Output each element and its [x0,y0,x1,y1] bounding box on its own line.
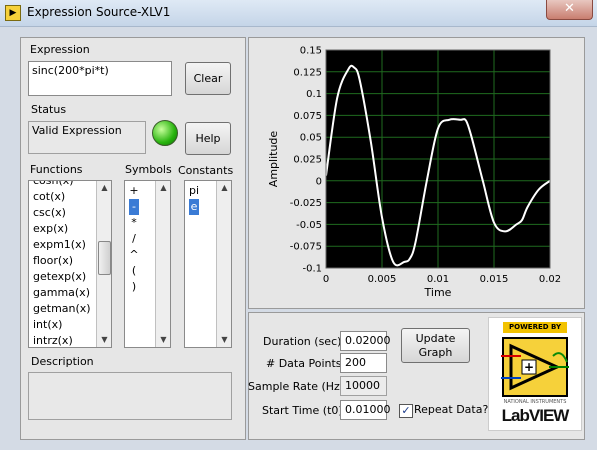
repeat-data-label: Repeat Data? [414,403,489,416]
scroll-up-arrow-icon[interactable]: ▲ [156,181,170,195]
update-graph-label-line2: Graph [418,345,453,359]
functions-label: Functions [30,163,83,176]
functions-list-item[interactable]: cosh(x) [29,181,97,189]
scroll-up-arrow-icon[interactable]: ▲ [217,181,231,195]
labview-vi-icon[interactable]: ▶ [5,5,21,21]
symbols-list-item[interactable]: / [129,231,139,247]
y-tick-label: -0.075 [290,242,322,253]
y-tick-label: 0.125 [293,67,322,78]
labview-logo-icon: + [501,337,569,397]
sample-rate-field: 10000 [340,376,387,396]
window-title: Expression Source-XLV1 [27,5,171,19]
y-axis-label: Amplitude [267,131,280,188]
symbols-label: Symbols [125,163,172,176]
y-tick-label: -0.1 [302,264,322,275]
y-tick-label: 0.1 [306,89,322,100]
x-tick-label: 0.02 [539,274,561,285]
scroll-up-arrow-icon[interactable]: ▲ [97,181,111,195]
x-tick-label: 0 [323,274,329,285]
functions-list-item[interactable]: floor(x) [29,253,97,269]
symbols-list-item[interactable]: * [129,215,139,231]
constants-label: Constants [178,164,234,177]
functions-list-item[interactable]: gamma(x) [29,285,97,301]
constants-list-item[interactable]: e [189,199,199,215]
duration-label: Duration (sec) [263,335,342,348]
description-label: Description [31,355,94,368]
functions-list-item[interactable]: cot(x) [29,189,97,205]
scroll-thumb[interactable] [98,241,111,275]
symbols-list-item[interactable]: ) [129,279,139,295]
y-tick-label: 0.025 [293,155,322,166]
functions-list-item[interactable]: exp(x) [29,221,97,237]
symbols-list-item[interactable]: - [129,199,139,215]
status-led-indicator [152,120,178,146]
functions-list-item[interactable]: csc(x) [29,205,97,221]
ni-text: NATIONAL INSTRUMENTS [503,399,567,405]
status-field: Valid Expression [28,121,146,154]
symbols-scrollbar[interactable]: ▲ ▼ [155,181,170,347]
y-tick-label: 0.05 [300,133,322,144]
y-tick-label: 0.15 [300,46,322,57]
scroll-down-arrow-icon[interactable]: ▼ [97,333,111,347]
functions-list-item[interactable]: getman(x) [29,301,97,317]
powered-by-badge: POWERED BY [503,322,567,333]
update-graph-button[interactable]: Update Graph [401,328,470,363]
y-tick-label: 0.075 [293,111,322,122]
functions-list-item[interactable]: getexp(x) [29,269,97,285]
x-tick-label: 0.005 [368,274,397,285]
close-button[interactable]: ✕ [546,0,593,20]
x-tick-label: 0.015 [480,274,509,285]
constants-scrollbar[interactable]: ▲ ▼ [216,181,231,347]
sample-rate-label: Sample Rate (Hz) [248,380,345,393]
status-label: Status [31,103,67,116]
update-graph-label-line1: Update [415,331,456,345]
amplitude-time-chart: 0 0.005 0.01 0.015 0.02 0.15 0.125 0.1 0.075 0.05… [267,46,561,300]
y-tick-label: -0.025 [290,198,322,209]
y-tick-label: -0.05 [296,220,322,231]
svg-text:+: + [524,360,534,374]
expression-label: Expression [30,43,90,56]
functions-listbox[interactable]: cosh(x) cot(x) csc(x) exp(x) expm1(x) floor(x… [28,180,112,348]
duration-field[interactable]: 0.02000 [340,331,391,351]
symbols-listbox[interactable]: + - * / ^() ▲ ▼ [124,180,171,348]
functions-list-item[interactable]: expm1(x) [29,237,97,253]
constants-listbox[interactable]: pi e ▲ ▼ [184,180,232,348]
data-points-field[interactable]: 200 [340,353,387,373]
title-bar: ▶ Expression Source-XLV1 ✕ [0,0,597,27]
y-tick-label: 0 [316,176,322,187]
start-time-label: Start Time (t0) [262,404,343,417]
functions-scrollbar[interactable]: ▲ ▼ [96,181,111,347]
scroll-down-arrow-icon[interactable]: ▼ [156,333,170,347]
x-tick-label: 0.01 [427,274,449,285]
symbols-list-item[interactable]: + [129,183,139,199]
expression-input[interactable]: sinc(200*pi*t) [28,61,172,96]
constants-list-item[interactable]: pi [189,183,199,199]
scroll-down-arrow-icon[interactable]: ▼ [217,333,231,347]
start-time-field[interactable]: 0.01000 [340,400,391,420]
symbols-list-item[interactable]: ( [129,263,139,279]
repeat-data-checkbox[interactable]: ✓ [399,404,413,418]
clear-button[interactable]: Clear [185,62,231,95]
symbols-list-item[interactable]: ^ [129,247,139,263]
labview-wordmark: LabVIEW [501,406,570,425]
functions-list-item[interactable]: int(x) [29,317,97,333]
help-button[interactable]: Help [185,122,231,155]
x-axis-label: Time [424,286,452,299]
description-field [28,372,232,420]
data-points-label: # Data Points [266,357,342,370]
labview-logo: POWERED BY + NATIONAL INSTRUMENTS LabVIE… [488,317,582,431]
functions-list-item[interactable]: intrz(x) [29,333,97,347]
